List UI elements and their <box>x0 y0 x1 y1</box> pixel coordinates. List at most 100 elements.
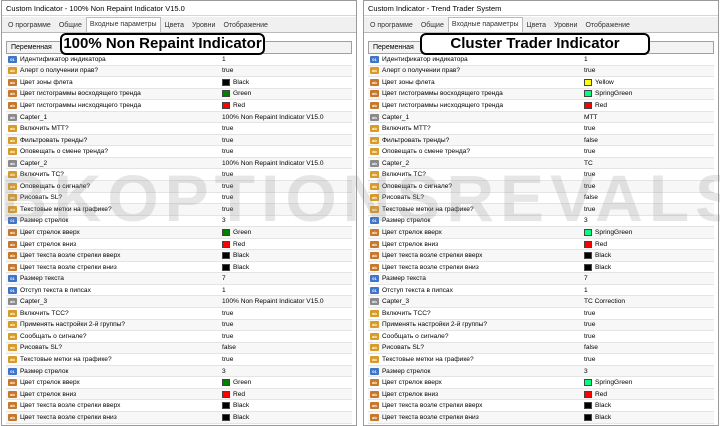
tab-colors[interactable]: Цвета <box>161 19 189 32</box>
parameter-row[interactable]: ab Цвет гистограммы восходящего тренда Spr… <box>368 88 714 101</box>
parameter-value[interactable]: true <box>216 194 352 201</box>
parameter-value[interactable]: true <box>578 125 714 132</box>
parameter-row[interactable]: ab Цвет стрелок вверх SpringGreen <box>368 227 714 239</box>
parameter-value[interactable]: Red <box>578 390 714 398</box>
parameter-row[interactable]: ab Цвет текста возле стрелки вверх Black <box>368 400 714 412</box>
parameter-value[interactable]: MTT <box>578 114 714 121</box>
parameter-row[interactable]: ab Включить МТТ? true <box>368 123 714 135</box>
parameter-row[interactable]: ab Capter_1 MTT <box>368 111 714 124</box>
parameter-value[interactable]: false <box>578 344 714 351</box>
parameter-row[interactable]: 01 Размер стрелок 3 <box>6 215 352 228</box>
parameter-row[interactable]: ab Оповещать о сигнале? true <box>368 181 714 193</box>
parameter-row[interactable]: ab Цвет текста возле стрелки вниз Black <box>6 261 352 274</box>
parameter-value[interactable]: Green <box>216 379 352 387</box>
parameter-value[interactable]: true <box>216 137 352 144</box>
parameter-value[interactable]: true <box>578 333 714 340</box>
parameter-value[interactable]: false <box>578 137 714 144</box>
parameter-value[interactable]: TC Correction <box>578 298 714 305</box>
parameter-row[interactable]: ab Оповещать о смене тренда? true <box>6 146 352 158</box>
parameter-row[interactable]: ab Цвет стрелок вверх Green <box>6 227 352 239</box>
parameter-row[interactable]: ab Цвет стрелок вниз Red <box>368 388 714 401</box>
parameter-value[interactable]: Black <box>216 263 352 271</box>
parameter-value[interactable]: Black <box>216 402 352 410</box>
parameter-value[interactable]: true <box>216 333 352 340</box>
parameter-row[interactable]: ab Фильтровать тренды? true <box>6 134 352 147</box>
parameter-row[interactable]: ab Цвет гистограммы восходящего тренда Gre… <box>6 88 352 101</box>
color-swatch[interactable] <box>584 263 592 271</box>
parameter-value[interactable]: SpringGreen <box>578 379 714 387</box>
parameter-row[interactable]: ab Цвет текста возле стрелки вниз Black <box>368 261 714 274</box>
parameter-value[interactable]: true <box>578 67 714 74</box>
parameter-row[interactable]: ab Цвет гистограммы нисходящего тренда Red <box>368 100 714 112</box>
color-swatch[interactable] <box>584 413 592 421</box>
parameter-value[interactable]: 100% Non Repaint Indicator V15.0 <box>216 160 352 167</box>
parameter-row[interactable]: ab Цвет текста возле стрелки вниз Black <box>368 411 714 424</box>
parameter-value[interactable]: true <box>578 310 714 317</box>
tab-levels[interactable]: Уровни <box>188 19 219 32</box>
parameter-row[interactable]: ab Текстовые метки на графике? true <box>6 354 352 366</box>
parameter-value[interactable]: 3 <box>578 368 714 375</box>
color-swatch[interactable] <box>222 240 230 248</box>
parameter-row[interactable]: 01 Отступ текста в пипсах 1 <box>368 284 714 297</box>
color-swatch[interactable] <box>222 228 230 236</box>
parameter-row[interactable]: ab Текстовые метки на графике? true <box>368 354 714 366</box>
parameter-row[interactable]: ab Цвет текста возле стрелки вниз Black <box>6 411 352 424</box>
parameter-value[interactable]: 7 <box>578 275 714 282</box>
tab-common[interactable]: Общие <box>417 19 448 32</box>
parameter-value[interactable]: 1 <box>216 56 352 63</box>
parameter-value[interactable]: false <box>578 194 714 201</box>
parameter-value[interactable]: Red <box>578 101 714 109</box>
parameter-row[interactable]: ab Цвет текста возле стрелки вверх Black <box>368 250 714 262</box>
tab-common[interactable]: Общие <box>55 19 86 32</box>
parameter-value[interactable]: Red <box>216 101 352 109</box>
color-swatch[interactable] <box>222 379 230 387</box>
parameter-value[interactable]: 1 <box>216 287 352 294</box>
parameter-row[interactable]: ab Рисовать SL? false <box>368 342 714 355</box>
parameter-value[interactable]: 1 <box>578 56 714 63</box>
parameter-value[interactable]: true <box>216 171 352 178</box>
parameter-row[interactable]: 01 Размер стрелок 3 <box>368 365 714 378</box>
parameter-value[interactable]: 100% Non Repaint Indicator V15.0 <box>216 298 352 305</box>
parameter-row[interactable]: ab Текстовые метки на графике? true <box>6 204 352 216</box>
color-swatch[interactable] <box>222 402 230 410</box>
parameter-row[interactable]: ab Фильтровать тренды? false <box>368 134 714 147</box>
color-swatch[interactable] <box>222 252 230 260</box>
parameter-row[interactable]: 01 Идентификатор индикатора 1 <box>6 54 352 66</box>
color-swatch[interactable] <box>222 413 230 421</box>
parameter-value[interactable]: true <box>216 356 352 363</box>
color-swatch[interactable] <box>584 101 592 109</box>
parameter-row[interactable]: ab Capter_2 TC <box>368 157 714 170</box>
parameter-row[interactable]: ab Цвет зоны флета Black <box>6 77 352 89</box>
color-swatch[interactable] <box>584 379 592 387</box>
parameter-row[interactable]: ab Алерт о получении прав? true <box>6 65 352 78</box>
parameter-row[interactable]: ab Capter_1 100% Non Repaint Indicator V15… <box>6 111 352 124</box>
parameter-row[interactable]: ab Capter_3 100% Non Repaint Indicator V15… <box>6 296 352 309</box>
tab-inputs[interactable]: Входные параметры <box>447 17 523 32</box>
parameter-row[interactable]: ab Включить TC? true <box>368 169 714 182</box>
parameter-row[interactable]: ab Цвет текста возле стрелки вверх Black <box>6 250 352 262</box>
parameter-value[interactable]: 3 <box>578 217 714 224</box>
parameter-row[interactable]: ab Сообщать о сигнале? true <box>6 331 352 343</box>
parameter-row[interactable]: ab Цвет зоны флета Yellow <box>368 77 714 89</box>
parameter-value[interactable]: true <box>578 356 714 363</box>
parameter-value[interactable]: true <box>216 206 352 213</box>
tab-about[interactable]: О программе <box>4 19 55 32</box>
parameter-value[interactable]: true <box>578 148 714 155</box>
parameter-value[interactable]: 3 <box>216 217 352 224</box>
parameter-value[interactable]: false <box>216 344 352 351</box>
parameter-row[interactable]: ab Цвет стрелок вниз Red <box>368 238 714 251</box>
color-swatch[interactable] <box>584 90 592 98</box>
parameter-row[interactable]: ab Цвет стрелок вниз Red <box>6 238 352 251</box>
color-swatch[interactable] <box>584 78 592 86</box>
color-swatch[interactable] <box>222 90 230 98</box>
parameter-value[interactable]: 3 <box>216 368 352 375</box>
parameter-value[interactable]: true <box>216 183 352 190</box>
parameter-value[interactable]: SpringGreen <box>578 90 714 98</box>
parameter-value[interactable]: true <box>216 67 352 74</box>
parameter-row[interactable]: ab Текстовые метки на графике? true <box>368 204 714 216</box>
parameter-row[interactable]: 01 Размер текста 7 <box>368 273 714 285</box>
color-swatch[interactable] <box>222 263 230 271</box>
tab-colors[interactable]: Цвета <box>523 19 551 32</box>
parameter-value[interactable]: Red <box>216 390 352 398</box>
parameter-row[interactable]: 01 Отступ текста в пипсах 1 <box>6 284 352 297</box>
